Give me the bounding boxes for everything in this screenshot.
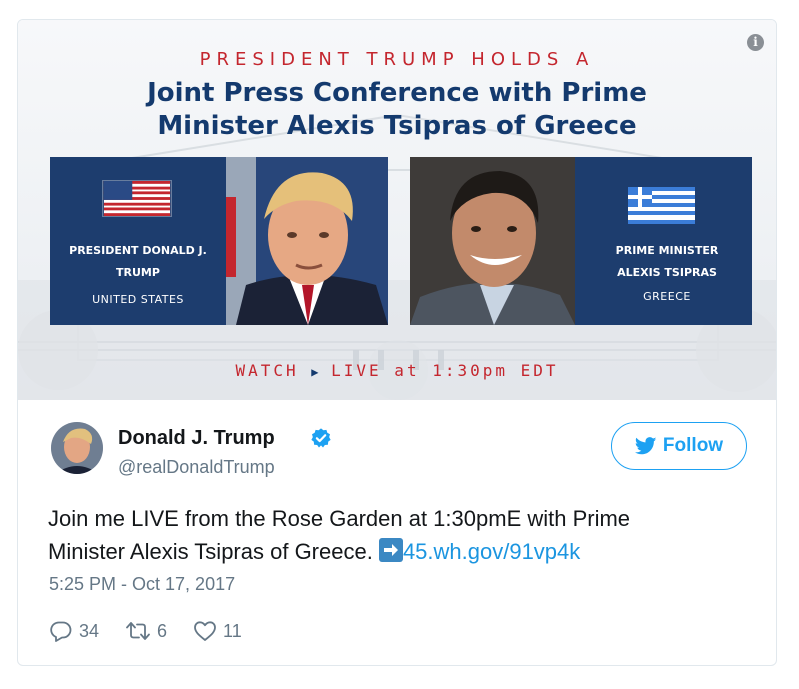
tweet-text-line-1: Join me LIVE from the Rose Garden at 1:3… (48, 506, 631, 531)
banner-title: Joint Press Conference with Prime Minist… (18, 77, 776, 143)
tsipras-country: GREECE (643, 290, 691, 303)
follow-button[interactable]: Follow (611, 422, 747, 470)
tweet-actions: 34 6 11 (49, 618, 268, 644)
trump-panel: PRESIDENT DONALD J. TRUMP UNITED STATES (50, 157, 388, 325)
reply-count: 34 (79, 620, 100, 641)
retweet-icon (126, 622, 150, 640)
trump-country: UNITED STATES (92, 293, 184, 306)
watch-label: WATCH (235, 361, 299, 380)
author-name[interactable]: Donald J. Trump (118, 427, 275, 450)
tweet-media-banner[interactable]: i PRESIDENT TRUMP HOLDS A Joint Press Co… (18, 20, 776, 400)
tsipras-name-line-1: PRIME MINISTER (615, 244, 719, 257)
us-flag-icon (102, 180, 172, 217)
tweet-card: i PRESIDENT TRUMP HOLDS A Joint Press Co… (17, 19, 777, 666)
watch-live-line: WATCH ▶ LIVE at 1:30pm EDT (18, 361, 776, 380)
tweet-text-line-2-prefix: Minister Alexis Tsipras of Greece. (48, 539, 379, 564)
avatar-image (51, 422, 103, 474)
tsipras-photo (410, 157, 575, 325)
banner-title-line-1: Joint Press Conference with Prime (147, 78, 647, 108)
banner-kicker: PRESIDENT TRUMP HOLDS A (199, 49, 595, 70)
banner-title-line-2: Minister Alexis Tsipras of Greece (157, 111, 637, 141)
tweet-text: Join me LIVE from the Rose Garden at 1:3… (48, 502, 748, 568)
trump-name-label: PRESIDENT DONALD J. TRUMP (58, 240, 218, 284)
reply-icon (50, 621, 72, 642)
tsipras-name-label: PRIME MINISTER ALEXIS TSIPRAS (592, 240, 742, 284)
tweet-text-line-2: Minister Alexis Tsipras of Greece. 45.wh… (48, 535, 748, 568)
tsipras-name-line-2: ALEXIS TSIPRAS (617, 266, 717, 279)
play-triangle-icon: ▶ (311, 365, 319, 379)
reply-action[interactable]: 34 (49, 619, 99, 643)
arrow-right-emoji-icon (378, 538, 403, 562)
verified-badge-icon (311, 428, 331, 448)
retweet-action[interactable]: 6 (125, 619, 167, 643)
like-action[interactable]: 11 (193, 619, 242, 643)
twitter-bird-icon (634, 437, 657, 455)
like-icon (194, 621, 216, 641)
avatar[interactable] (51, 422, 103, 474)
author-handle[interactable]: @realDonaldTrump (118, 457, 275, 478)
greece-flag-icon (628, 187, 695, 224)
watch-live-time: LIVE at 1:30pm EDT (331, 361, 559, 380)
follow-button-label: Follow (662, 435, 724, 456)
tweet-link[interactable]: 45.wh.gov/91vp4k (403, 539, 580, 564)
trump-name-line-1: PRESIDENT DONALD J. (69, 244, 207, 257)
tweet-timestamp[interactable]: 5:25 PM - Oct 17, 2017 (49, 574, 235, 595)
trump-name-line-2: TRUMP (116, 266, 160, 279)
trump-photo (226, 157, 388, 325)
tsipras-panel: PRIME MINISTER ALEXIS TSIPRAS GREECE (410, 157, 752, 325)
retweet-count: 6 (157, 620, 168, 641)
like-count: 11 (223, 620, 242, 641)
